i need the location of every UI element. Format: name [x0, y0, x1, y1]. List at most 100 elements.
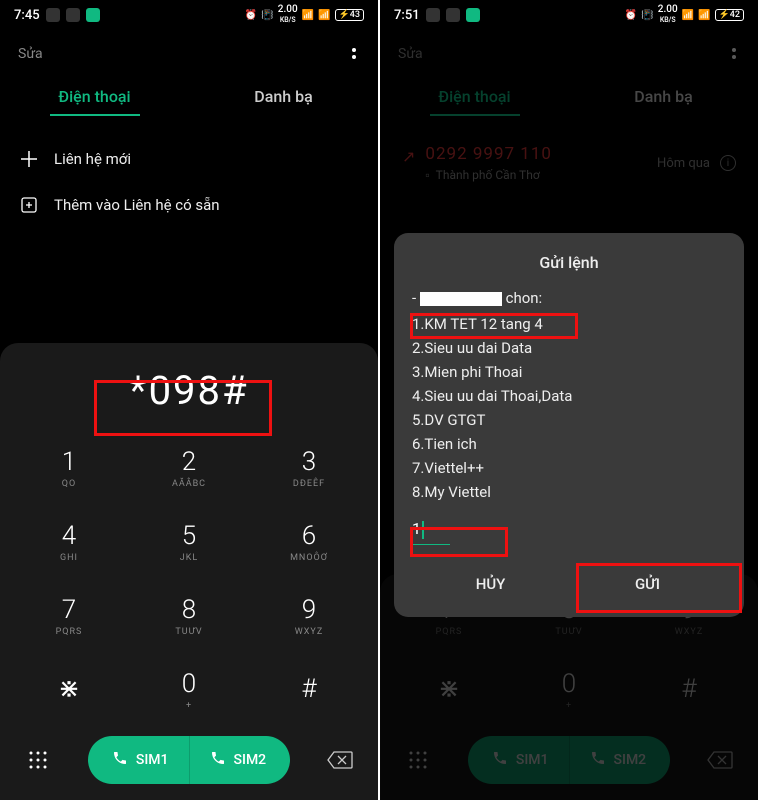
key-digit: 9 — [302, 595, 316, 625]
phone-right: 7:51 ⏰ 📳 2.00 KB/S 📶 📶 ⚡42 Sửa Điện thoạ… — [380, 0, 758, 800]
key-letters: DĐEÊF — [293, 479, 325, 489]
key-digit: # — [681, 674, 696, 704]
key-digit: 0 — [562, 669, 576, 699]
new-contact-item[interactable]: Liên hệ mới — [0, 136, 378, 182]
key-letters: TUƯV — [175, 627, 202, 637]
key-4[interactable]: 4GHI — [10, 506, 128, 578]
vibrate-icon: 📳 — [261, 10, 273, 21]
key-6[interactable]: 6MNOÔƠ — [250, 506, 368, 578]
cancel-button[interactable]: HỦY — [412, 561, 569, 607]
signal-2-icon: 📶 — [698, 10, 710, 21]
keypad-toggle-icon[interactable] — [400, 750, 436, 770]
prompt-suffix: chon: — [506, 289, 543, 307]
tabs: Điện thoại Danh bạ — [0, 69, 378, 128]
key-digit: 2 — [182, 447, 196, 477]
tab-phone[interactable]: Điện thoại — [0, 75, 189, 128]
key-0[interactable]: 0+ — [510, 654, 628, 726]
ussd-option-1: 1.KM TET 12 tang 4 — [412, 312, 726, 336]
net-speed: 2.00 — [278, 4, 298, 15]
status-time: 7:51 — [394, 8, 420, 23]
key-#[interactable]: # — [630, 654, 748, 726]
call-sim2-button[interactable]: SIM2 — [189, 736, 291, 784]
add-contact-icon — [20, 196, 38, 214]
send-button[interactable]: GỬI — [569, 561, 726, 607]
key-letters: JKL — [180, 553, 198, 563]
modal-body: - chon: 1.KM TET 12 tang 42.Sieu uu dai … — [412, 286, 726, 545]
add-existing-item[interactable]: Thêm vào Liên hệ có sẵn — [0, 182, 378, 228]
modal-title: Gửi lệnh — [412, 253, 726, 272]
dialed-number: *098# — [10, 357, 368, 432]
key-9[interactable]: 9 WXYZ — [250, 580, 368, 652]
battery-icon: ⚡42 — [715, 9, 744, 21]
battery-icon: ⚡43 — [335, 9, 364, 21]
backspace-button[interactable] — [322, 751, 358, 769]
tab-phone[interactable]: Điện thoại — [380, 75, 569, 128]
key-#[interactable]: # — [250, 654, 368, 726]
text-cursor — [422, 521, 424, 539]
key-2[interactable]: 2AĂÂBC — [130, 432, 248, 504]
call-sim1-button[interactable]: SIM1 — [468, 736, 569, 784]
key-letters: WXYZ — [295, 627, 323, 637]
sim-indicator-icon: ▫ — [425, 168, 429, 182]
alarm-icon: ⏰ — [625, 10, 637, 21]
add-existing-label: Thêm vào Liên hệ có sẵn — [54, 196, 220, 214]
phone-icon — [210, 750, 226, 770]
tabs: Điện thoại Danh bạ — [380, 69, 758, 128]
key-0[interactable]: 0+ — [130, 654, 248, 726]
edit-button[interactable]: Sửa — [18, 46, 43, 62]
key-digit: 3 — [302, 447, 316, 477]
key-digit: 5 — [182, 521, 196, 551]
messages-icon — [86, 8, 100, 22]
call-log-item[interactable]: ↗ 0292 9997 110 ▫ Thành phố Cần Thơ Hôm … — [380, 128, 758, 198]
sim-buttons: SIM1 SIM2 — [88, 736, 290, 784]
call-time: Hôm qua — [657, 156, 710, 171]
ussd-option-2: 2.Sieu uu dai Data — [412, 336, 726, 360]
status-time: 7:45 — [14, 8, 40, 23]
net-unit: KB/S — [280, 16, 296, 24]
call-sim2-button[interactable]: SIM2 — [569, 736, 671, 784]
cancel-label: HỦY — [476, 575, 506, 593]
tab-contacts[interactable]: Danh bạ — [569, 75, 758, 128]
key-letters: TUƯV — [555, 627, 582, 637]
ussd-option-7: 7.Viettel++ — [412, 456, 726, 480]
key-letters: PQRS — [56, 627, 83, 637]
key-⋇[interactable]: ⋇ — [10, 654, 128, 726]
vibrate-icon: 📳 — [641, 10, 653, 21]
key-1[interactable]: 1QO — [10, 432, 128, 504]
sim-buttons: SIM1 SIM2 — [468, 736, 670, 784]
key-3[interactable]: 3 DĐEÊF — [250, 432, 368, 504]
plus-icon — [20, 150, 38, 168]
call-sim1-button[interactable]: SIM1 — [88, 736, 189, 784]
more-menu-icon[interactable] — [728, 44, 740, 63]
sim2-label: SIM2 — [614, 752, 647, 768]
edit-button[interactable]: Sửa — [398, 46, 423, 62]
sim1-label: SIM1 — [136, 752, 169, 768]
net-speed: 2.00 — [658, 4, 678, 15]
tab-phone-label: Điện thoại — [58, 87, 130, 106]
ussd-modal: Gửi lệnh - chon: 1.KM TET 12 tang 42.Sie… — [394, 233, 744, 617]
new-contact-label: Liên hệ mới — [54, 150, 131, 168]
info-icon[interactable]: i — [720, 155, 736, 171]
key-8[interactable]: 8TUƯV — [130, 580, 248, 652]
key-letters: MNOÔƠ — [290, 553, 328, 563]
key-⋇[interactable]: ⋇ — [390, 654, 508, 726]
sim2-label: SIM2 — [234, 752, 267, 768]
header: Sửa — [380, 30, 758, 69]
send-label: GỬI — [635, 575, 660, 593]
messages-icon — [466, 8, 480, 22]
key-5[interactable]: 5 JKL — [130, 506, 248, 578]
tab-contacts[interactable]: Danh bạ — [189, 75, 378, 128]
outgoing-call-icon: ↗ — [402, 147, 415, 166]
key-letters: PQRS — [436, 627, 463, 637]
keypad-toggle-icon[interactable] — [20, 750, 56, 770]
phone-left: 7:45 ⏰ 📳 2.00 KB/S 📶 📶 ⚡43 Sửa Điện thoạ… — [0, 0, 378, 800]
ussd-option-8: 8.My Viettel — [412, 480, 726, 504]
call-number: 0292 9997 110 — [425, 144, 552, 164]
more-menu-icon[interactable] — [348, 44, 360, 63]
ussd-input[interactable]: 1 — [412, 514, 450, 545]
phone-icon — [590, 750, 606, 770]
backspace-button[interactable] — [702, 751, 738, 769]
key-letters: + — [186, 701, 192, 711]
key-7[interactable]: 7PQRS — [10, 580, 128, 652]
ussd-input-value: 1 — [412, 519, 421, 538]
